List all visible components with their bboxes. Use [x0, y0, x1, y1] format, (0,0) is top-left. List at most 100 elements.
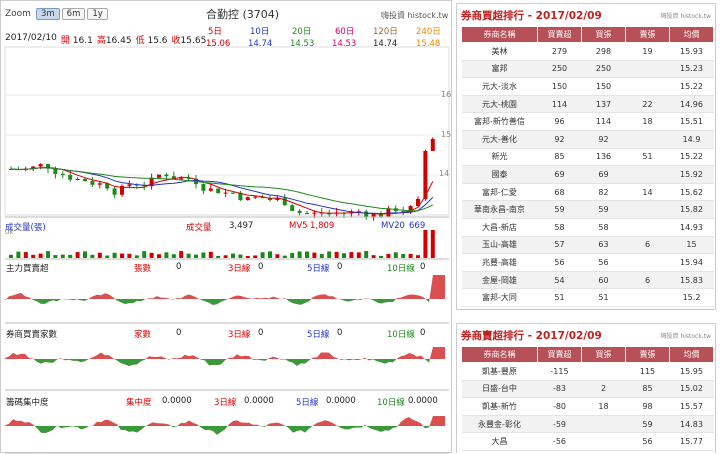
volume-bar — [408, 253, 413, 258]
table-cell: 114 — [581, 112, 626, 131]
candle-body — [231, 192, 235, 194]
table-cell: 56 — [581, 253, 626, 272]
table-cell: 富邦 — [461, 60, 538, 79]
volume-bar — [53, 255, 58, 258]
table-row[interactable]: 富邦-仁愛 68 82 14 15.62 — [461, 183, 714, 202]
table-cell: 18 — [581, 397, 626, 416]
table-row[interactable]: 華南永昌-南京 59 59 15.82 — [461, 200, 714, 219]
table-row[interactable]: 新光 85 136 51 15.22 — [461, 148, 714, 167]
table-cell: 元大-淡水 — [461, 77, 538, 96]
table-cell: 凱基-豐原 — [461, 362, 538, 381]
cc-c4-label: 10日線 — [377, 398, 405, 408]
buy-col-broker[interactable]: 券商名稱 — [461, 26, 538, 43]
volume-bar — [16, 251, 21, 258]
table-cell: 59 — [625, 415, 670, 434]
table-row[interactable]: 元大-淡水 150 150 15.22 — [461, 77, 714, 96]
buy-col-buy[interactable]: 買張 — [581, 26, 626, 43]
sell-ranking-title: 券商賣超排行 - 2017/02/09 — [461, 329, 602, 342]
sell-col-net[interactable]: 買賣超 — [537, 346, 582, 363]
volume-bar — [90, 254, 95, 258]
concentration-title: 籌碼集中度 — [6, 398, 49, 408]
table-row[interactable]: 金屋-岡雄 54 60 6 15.83 — [461, 271, 714, 290]
table-cell: 15.57 — [669, 397, 714, 416]
table-cell: 51 — [537, 288, 582, 307]
candle-body — [75, 178, 80, 180]
table-row[interactable]: 元大-桃園 114 137 22 14.96 — [461, 95, 714, 114]
table-cell: 51 — [581, 288, 626, 307]
volume-bar — [371, 255, 376, 258]
candle-body — [38, 164, 43, 167]
table-row[interactable]: 大昌-新店 58 58 14.93 — [461, 218, 714, 237]
table-row[interactable]: 永豐金-彰化 -59 59 14.83 — [461, 415, 714, 434]
table-cell: 92 — [581, 130, 626, 149]
candle-body — [83, 178, 87, 182]
table-cell: 15.77 — [669, 432, 714, 451]
table-cell: 金屋-岡雄 — [461, 271, 538, 290]
table-cell: 63 — [581, 236, 626, 255]
sell-col-sell[interactable]: 賣張 — [625, 346, 670, 363]
table-cell — [581, 415, 626, 434]
sell-col-buy[interactable]: 買張 — [581, 346, 626, 363]
table-cell: 富邦-新竹善信 — [461, 112, 538, 131]
cc-c3-value: 0.0000 — [326, 396, 356, 406]
table-row[interactable]: 凱基-豐原 -115 115 15.95 — [461, 362, 714, 381]
table-row[interactable]: 元大-善化 92 92 14.9 — [461, 130, 714, 149]
mf-c2-value: 0 — [258, 262, 264, 272]
buy-col-sell[interactable]: 賣張 — [625, 26, 670, 43]
table-row[interactable]: 玉山-高雄 57 63 6 15 — [461, 236, 714, 255]
bk-c1-label: 家數 — [134, 330, 152, 340]
buy-ranking-panel: 券商買超排行 - 2017/02/09 嗨投資 histock.tw 券商名稱 … — [456, 3, 716, 310]
volume-bar — [386, 254, 391, 258]
candle-body — [164, 174, 169, 177]
table-cell: 富邦-大同 — [461, 288, 538, 307]
table-cell: 59 — [537, 200, 582, 219]
volume-bar — [282, 255, 287, 258]
volume-bar — [46, 251, 50, 258]
table-cell: 大昌 — [461, 432, 538, 451]
volume-bar — [75, 252, 80, 258]
table-row[interactable]: 日盛-台中 -83 2 85 15.02 — [461, 380, 714, 399]
table-row[interactable]: 富邦-新竹善信 96 114 18 15.51 — [461, 112, 714, 131]
cc-c1-label: 集中度 — [126, 398, 152, 408]
candle-body — [201, 184, 206, 191]
table-cell: 14.93 — [669, 218, 714, 237]
table-cell: 華南永昌-南京 — [461, 200, 538, 219]
volume-bar — [305, 251, 309, 258]
cc-c3-label: 5日線 — [296, 398, 319, 408]
table-cell: 15.23 — [669, 60, 714, 79]
volume-bar — [83, 251, 87, 258]
sell-col-avg[interactable]: 均價 — [669, 346, 714, 363]
table-cell — [625, 218, 670, 237]
table-cell: 250 — [537, 60, 582, 79]
table-row[interactable]: 富邦-大同 51 51 15.2 — [461, 288, 714, 307]
table-row[interactable]: 國泰 69 69 15.92 — [461, 165, 714, 184]
table-row[interactable]: 富邦 250 250 15.23 — [461, 60, 714, 79]
volume-value: 3,497 — [229, 221, 254, 231]
sell-col-broker[interactable]: 券商名稱 — [461, 346, 538, 363]
table-row[interactable]: 美林 279 298 19 15.93 — [461, 42, 714, 61]
cc-c1-value: 0.0000 — [162, 396, 192, 406]
table-cell: 298 — [581, 42, 626, 61]
table-row[interactable]: 凱基-新竹 -80 18 98 15.57 — [461, 397, 714, 416]
buy-col-net[interactable]: 買賣超 — [537, 26, 582, 43]
candle-body — [297, 210, 302, 213]
table-row[interactable]: 大昌 -56 56 15.77 — [461, 432, 714, 451]
volume-bar — [127, 253, 132, 258]
volume-bar — [342, 253, 346, 258]
table-cell: 69 — [537, 165, 582, 184]
table-cell: 大昌-新店 — [461, 218, 538, 237]
bk-c2-label: 3日線 — [228, 330, 251, 340]
brokers-title: 券商買賣家數 — [6, 330, 58, 340]
concentration-area — [5, 416, 445, 435]
volume-bar — [194, 254, 198, 258]
table-cell: 279 — [537, 42, 582, 61]
volume-bar — [186, 253, 191, 258]
table-cell: 15.02 — [669, 380, 714, 399]
table-cell: 玉山-高雄 — [461, 236, 538, 255]
table-row[interactable]: 兆豐-高雄 56 56 15.94 — [461, 253, 714, 272]
candle-body — [312, 212, 317, 214]
table-cell: 國泰 — [461, 165, 538, 184]
volume-bar — [9, 254, 13, 258]
buy-col-avg[interactable]: 均價 — [669, 26, 714, 43]
table-cell: 85 — [625, 380, 670, 399]
